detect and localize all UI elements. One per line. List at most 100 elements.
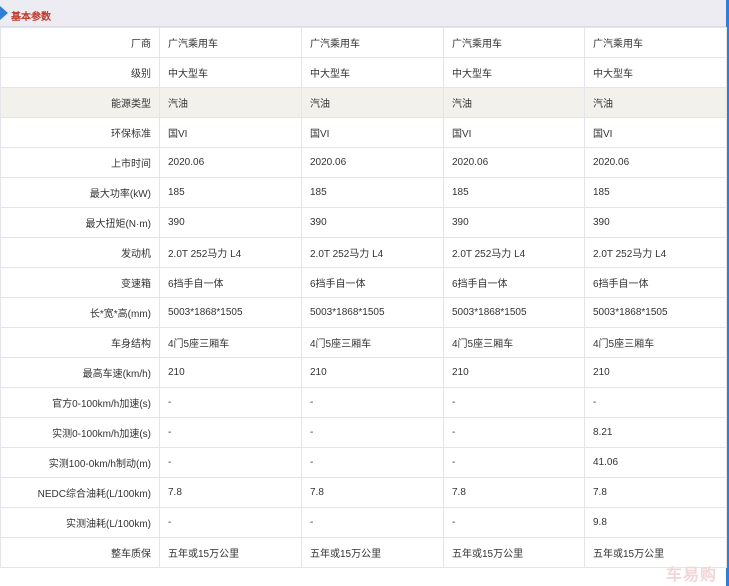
table-row: 最大功率(kW) 185 185 185 185 — [0, 177, 727, 208]
param-value: 5003*1868*1505 — [443, 297, 585, 328]
param-value: 6挡手自一体 — [301, 267, 444, 298]
table-row: 级别 中大型车 中大型车 中大型车 中大型车 — [0, 57, 727, 88]
param-value: 2020.06 — [584, 147, 727, 178]
param-value: 9.8 — [584, 507, 727, 538]
param-value: - — [301, 447, 444, 478]
param-value: 2.0T 252马力 L4 — [159, 237, 302, 268]
param-value: 5003*1868*1505 — [159, 297, 302, 328]
table-row: 环保标准 国VI 国VI 国VI 国VI — [0, 117, 727, 148]
params-table: 厂商 广汽乘用车 广汽乘用车 广汽乘用车 广汽乘用车 级别 中大型车 中大型车 中大型车 中大型车… — [0, 27, 727, 568]
param-value: 汽油 — [584, 87, 727, 118]
table-row: 整车质保 五年或15万公里 五年或15万公里 五年或15万公里 五年或15万公里 — [0, 537, 727, 568]
param-value: 国VI — [584, 117, 727, 148]
param-value: 390 — [443, 207, 585, 238]
param-value: - — [159, 387, 302, 418]
section-title: 基本参数 — [11, 12, 51, 23]
param-value: 390 — [159, 207, 302, 238]
param-label: 上市时间 — [0, 147, 160, 178]
param-value: - — [159, 417, 302, 448]
table-row: 车身结构 4门5座三厢车 4门5座三厢车 4门5座三厢车 4门5座三厢车 — [0, 327, 727, 358]
param-value: 185 — [584, 177, 727, 208]
param-value: 中大型车 — [301, 57, 444, 88]
param-value: - — [301, 387, 444, 418]
param-value: - — [301, 417, 444, 448]
table-row: 发动机 2.0T 252马力 L4 2.0T 252马力 L4 2.0T 252马力 … — [0, 237, 727, 268]
param-value: 210 — [301, 357, 444, 388]
param-value: 4门5座三厢车 — [159, 327, 302, 358]
param-label: 环保标准 — [0, 117, 160, 148]
param-value: 390 — [301, 207, 444, 238]
param-value: 7.8 — [584, 477, 727, 508]
table-row: 上市时间 2020.06 2020.06 2020.06 2020.06 — [0, 147, 727, 178]
table-row: 实测0-100km/h加速(s) - - -8.21 — [0, 417, 727, 448]
param-value: 国VI — [301, 117, 444, 148]
param-value: 7.8 — [443, 477, 585, 508]
param-value: 7.8 — [159, 477, 302, 508]
param-value: 6挡手自一体 — [443, 267, 585, 298]
param-value: 4门5座三厢车 — [443, 327, 585, 358]
param-label: 级别 — [0, 57, 160, 88]
param-value: - — [443, 417, 585, 448]
param-value: 五年或15万公里 — [301, 537, 444, 568]
param-value: 185 — [443, 177, 585, 208]
table-row: 官方0-100km/h加速(s) - - - - — [0, 387, 727, 418]
param-value: - — [443, 447, 585, 478]
param-value: 2.0T 252马力 L4 — [301, 237, 444, 268]
param-label: 最大扭矩(N·m) — [0, 207, 160, 238]
param-value: 390 — [584, 207, 727, 238]
param-value: - — [159, 447, 302, 478]
param-label: 官方0-100km/h加速(s) — [0, 387, 160, 418]
param-value: 210 — [584, 357, 727, 388]
param-value: 8.21 — [584, 417, 727, 448]
param-value: 汽油 — [301, 87, 444, 118]
param-value: 广汽乘用车 — [443, 27, 585, 58]
table-row: 最大扭矩(N·m) 390 390 390 390 — [0, 207, 727, 238]
param-value: 汽油 — [159, 87, 302, 118]
table-row: 能源类型 汽油 汽油 汽油 汽油 — [0, 87, 727, 118]
param-value: 2.0T 252马力 L4 — [443, 237, 585, 268]
table-row: NEDC综合油耗(L/100km) 7.8 7.8 7.8 7.8 — [0, 477, 727, 508]
param-label: 变速箱 — [0, 267, 160, 298]
param-value: 41.06 — [584, 447, 727, 478]
param-value: 185 — [159, 177, 302, 208]
param-label: 整车质保 — [0, 537, 160, 568]
param-value: 中大型车 — [584, 57, 727, 88]
param-value: 210 — [443, 357, 585, 388]
table-row: 变速箱 6挡手自一体 6挡手自一体 6挡手自一体 6挡手自一体 — [0, 267, 727, 298]
table-row: 长*宽*高(mm) 5003*1868*1505 5003*1868*1505 500… — [0, 297, 727, 328]
param-value: 国VI — [443, 117, 585, 148]
watermark-logo: 车易购 — [666, 567, 718, 584]
table-row: 实测油耗(L/100km) - - -9.8 — [0, 507, 727, 538]
param-value: - — [584, 387, 727, 418]
param-value: 210 — [159, 357, 302, 388]
param-value: 2020.06 — [443, 147, 585, 178]
param-value: 国VI — [159, 117, 302, 148]
param-label: 长*宽*高(mm) — [0, 297, 160, 328]
section-header: 基本参数 — [0, 0, 726, 27]
section-marker-icon — [0, 6, 8, 20]
param-value: - — [443, 507, 585, 538]
param-value: 2020.06 — [159, 147, 302, 178]
param-label: 发动机 — [0, 237, 160, 268]
param-value: 5003*1868*1505 — [584, 297, 727, 328]
param-value: 中大型车 — [159, 57, 302, 88]
param-value: 五年或15万公里 — [443, 537, 585, 568]
param-value: 5003*1868*1505 — [301, 297, 444, 328]
param-value: 4门5座三厢车 — [584, 327, 727, 358]
param-label: 实测100-0km/h制动(m) — [0, 447, 160, 478]
param-value: 广汽乘用车 — [159, 27, 302, 58]
param-label: 车身结构 — [0, 327, 160, 358]
param-value: 广汽乘用车 — [301, 27, 444, 58]
param-label: 实测0-100km/h加速(s) — [0, 417, 160, 448]
param-label: 最大功率(kW) — [0, 177, 160, 208]
param-value: - — [443, 387, 585, 418]
param-value: 4门5座三厢车 — [301, 327, 444, 358]
param-value: 汽油 — [443, 87, 585, 118]
table-row: 实测100-0km/h制动(m) - - -41.06 — [0, 447, 727, 478]
param-value: 6挡手自一体 — [584, 267, 727, 298]
param-label: NEDC综合油耗(L/100km) — [0, 477, 160, 508]
param-value: - — [301, 507, 444, 538]
table-row: 厂商 广汽乘用车 广汽乘用车 广汽乘用车 广汽乘用车 — [0, 27, 727, 58]
param-label: 厂商 — [0, 27, 160, 58]
param-value: 7.8 — [301, 477, 444, 508]
